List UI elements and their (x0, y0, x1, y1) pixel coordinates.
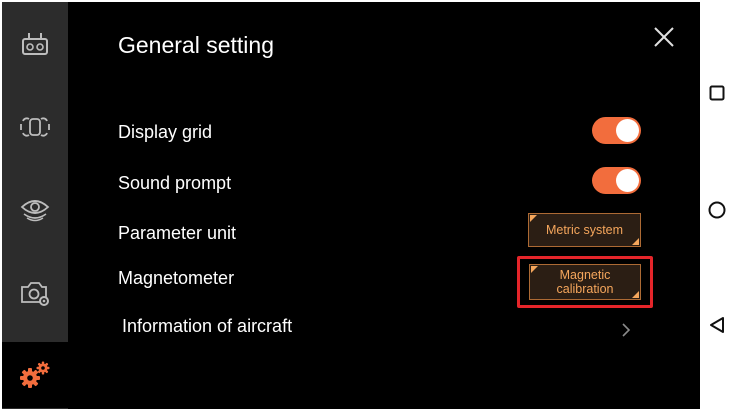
magnetometer-label: Magnetometer (118, 268, 235, 288)
back-button[interactable] (706, 314, 728, 336)
toggle-knob (616, 119, 639, 142)
parameter-unit-value: Metric system (545, 223, 624, 237)
back-icon (710, 317, 724, 333)
close-icon (654, 27, 674, 47)
chevron-right-icon (622, 323, 631, 337)
sidebar-item-general-settings[interactable] (2, 342, 68, 408)
magnetic-calibration-button[interactable]: Magnetic calibration (529, 264, 641, 300)
magnetic-calibration-line1: Magnetic (559, 268, 611, 282)
parameter-unit-label: Parameter unit (118, 223, 237, 243)
home-icon (708, 201, 726, 219)
app-screen: General setting Display grid Sound promp… (2, 2, 700, 409)
sidebar-item-camera[interactable] (2, 260, 68, 326)
magnetic-calibration-line2: calibration (556, 282, 614, 296)
recent-apps-icon (709, 85, 725, 101)
settings-panel: General setting Display grid Sound promp… (68, 2, 700, 409)
display-grid-label: Display grid (118, 122, 213, 142)
recent-apps-button[interactable] (706, 82, 728, 104)
system-nav-bar (700, 0, 733, 414)
sidebar (2, 2, 68, 409)
camera-settings-icon (21, 282, 49, 306)
aircraft-icon (20, 117, 50, 137)
sidebar-item-vision[interactable] (2, 175, 68, 241)
sound-prompt-label: Sound prompt (118, 173, 232, 193)
aircraft-info-label[interactable]: Information of aircraft (122, 316, 292, 337)
display-grid-toggle[interactable] (592, 117, 641, 144)
aircraft-info-chevron[interactable] (616, 320, 636, 340)
page-title: General setting (118, 32, 274, 58)
toggle-knob (616, 169, 639, 192)
home-button[interactable] (706, 199, 728, 221)
parameter-unit-button[interactable]: Metric system (528, 213, 641, 247)
gears-icon (20, 361, 50, 388)
sound-prompt-toggle[interactable] (592, 167, 641, 194)
sidebar-item-aircraft[interactable] (2, 94, 68, 160)
close-button[interactable] (649, 22, 679, 52)
sidebar-item-remote-controller[interactable] (2, 12, 68, 78)
vision-sensor-icon (20, 200, 50, 222)
remote-controller-icon (22, 33, 48, 55)
